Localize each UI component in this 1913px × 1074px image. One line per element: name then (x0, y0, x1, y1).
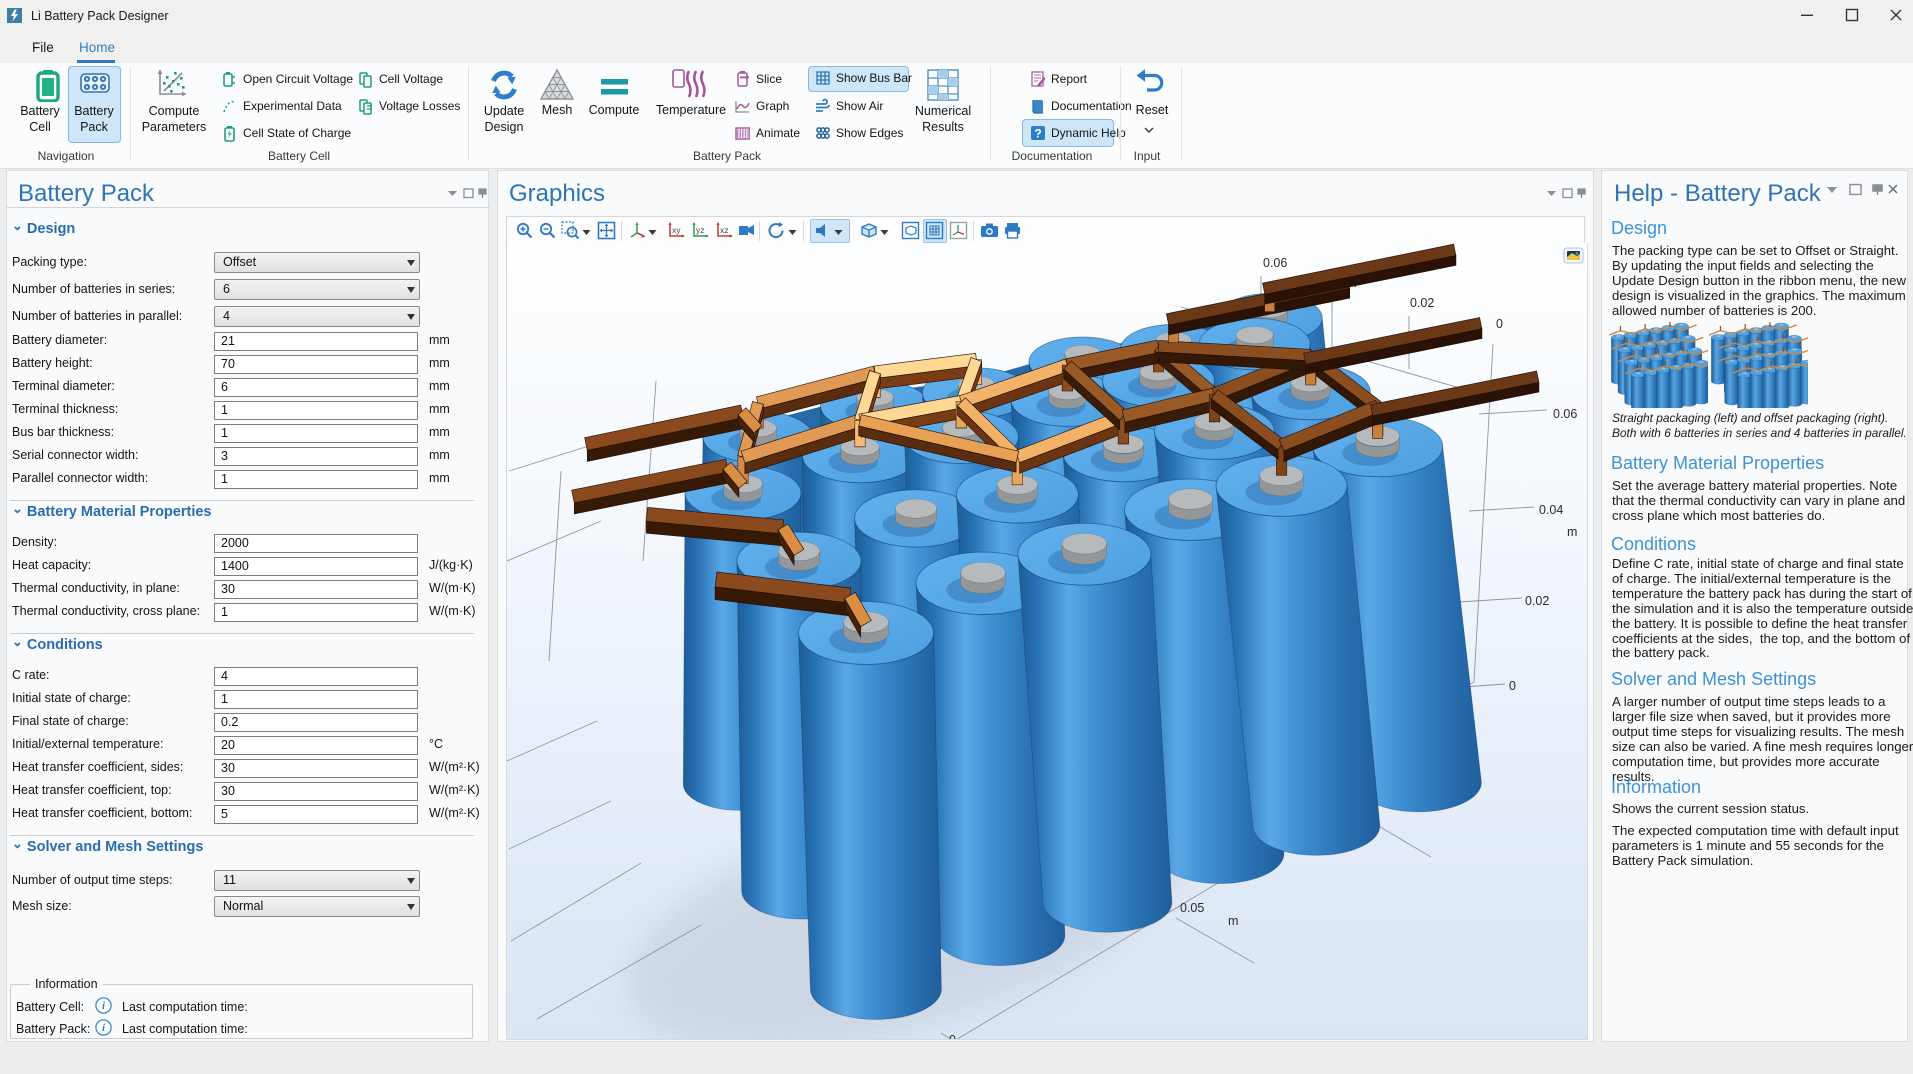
svg-text:0.02: 0.02 (1410, 296, 1434, 310)
svg-text:?: ? (1034, 127, 1041, 141)
svg-text:0: 0 (1496, 317, 1503, 331)
svg-text:m: m (1567, 525, 1577, 539)
svg-text:yz: yz (696, 225, 705, 235)
svg-text:0.06: 0.06 (1263, 256, 1287, 270)
svg-text:0.06: 0.06 (1553, 407, 1577, 421)
svg-text:0: 0 (949, 1033, 956, 1039)
svg-text:0.05: 0.05 (1180, 901, 1204, 915)
svg-text:0.04: 0.04 (1539, 503, 1563, 517)
svg-text:0.02: 0.02 (1525, 594, 1549, 608)
svg-text:xz: xz (720, 225, 729, 235)
svg-text:xy: xy (672, 225, 681, 235)
svg-text:m: m (1228, 914, 1238, 928)
svg-text:0: 0 (1509, 679, 1516, 693)
